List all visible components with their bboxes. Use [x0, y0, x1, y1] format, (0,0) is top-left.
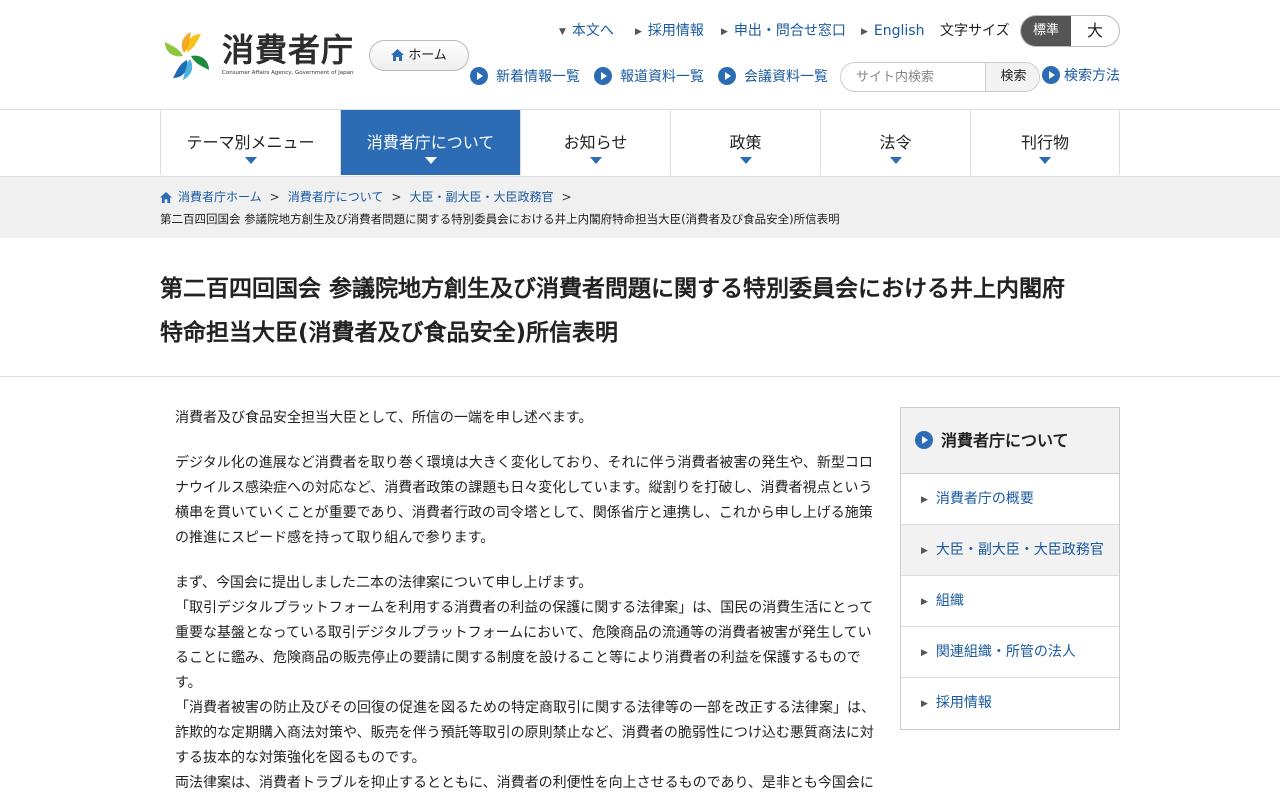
link-label: 会議資料一覧: [744, 69, 828, 85]
link-press-releases[interactable]: 報道資料一覧: [594, 67, 704, 87]
font-size-standard-button[interactable]: 標準: [1021, 16, 1071, 46]
search-button[interactable]: 検索: [985, 63, 1039, 91]
gnav-laws[interactable]: 法令: [821, 110, 971, 175]
home-button-label: ホーム: [408, 48, 447, 63]
gnav-theme-menu[interactable]: テーマ別メニュー: [161, 110, 341, 175]
chevron-right-icon: ▶: [861, 27, 868, 37]
breadcrumb-link-ministers[interactable]: 大臣・副大臣・大臣政務官: [409, 190, 553, 204]
arrow-circle-icon: [718, 67, 736, 85]
gnav-about[interactable]: 消費者庁について: [341, 110, 521, 175]
breadcrumb-link-home[interactable]: 消費者庁ホーム: [178, 190, 262, 204]
font-size-switch: 標準 大: [1020, 15, 1120, 47]
link-label: 本文へ: [571, 23, 614, 39]
font-size-large-button[interactable]: 大: [1071, 16, 1119, 46]
page-title-area: 第二百四回国会 参議院地方創生及び消費者問題に関する特別委員会における井上内閣府…: [0, 238, 1280, 377]
logo-title: 消費者庁: [222, 31, 355, 69]
chevron-right-icon: ▶: [921, 546, 928, 556]
gnav-label: 法令: [879, 133, 912, 152]
side-nav-item-label: 関連組織・所管の法人: [935, 644, 1076, 660]
gnav-publications[interactable]: 刊行物: [971, 110, 1120, 175]
page-title: 第二百四回国会 参議院地方創生及び消費者問題に関する特別委員会における井上内閣府…: [160, 267, 1120, 355]
side-nav-item-label: 採用情報: [935, 695, 992, 711]
chevron-right-icon: ▶: [921, 699, 928, 709]
logo-pinwheel-icon: [165, 32, 209, 80]
logo-subtitle: Consumer Affairs Agency, Government of J…: [222, 70, 354, 76]
link-search-help[interactable]: 検索方法: [1042, 66, 1120, 86]
site-header: 消費者庁 Consumer Affairs Agency, Government…: [0, 0, 1280, 110]
search-input[interactable]: [841, 63, 985, 91]
breadcrumb-separator: >: [391, 190, 402, 204]
caret-down-icon: [1039, 157, 1051, 164]
gnav-label: テーマ別メニュー: [186, 133, 315, 152]
home-button[interactable]: ホーム: [369, 40, 469, 71]
side-nav-item-recruit[interactable]: ▶ 採用情報: [901, 678, 1119, 729]
caret-down-icon: [244, 157, 257, 164]
chevron-right-icon: ▶: [721, 27, 728, 37]
side-nav-item-related-orgs[interactable]: ▶ 関連組織・所管の法人: [901, 627, 1119, 678]
side-nav-item-label: 大臣・副大臣・大臣政務官: [935, 542, 1104, 558]
side-nav-item-overview[interactable]: ▶ 消費者庁の概要: [901, 474, 1119, 525]
gnav-notices[interactable]: お知らせ: [521, 110, 671, 175]
paragraph-bills-summary: 両法律案は、消費者トラブルを抑止するとともに、消費者の利便性を向上させるものであ…: [175, 775, 874, 791]
global-nav: テーマ別メニュー 消費者庁について お知らせ 政策 法令 刊行物: [160, 110, 1120, 175]
gnav-label: 政策: [729, 133, 762, 152]
paragraph-intro: 消費者及び食品安全担当大臣として、所信の一端を申し述べます。: [175, 410, 593, 426]
main-content: 消費者及び食品安全担当大臣として、所信の一端を申し述べます。 デジタル化の進展な…: [175, 406, 880, 796]
link-whats-new[interactable]: 新着情報一覧: [470, 67, 580, 87]
breadcrumb-current: 第二百四回国会 参議院地方創生及び消費者問題に関する特別委員会における井上内閣府…: [160, 212, 840, 226]
link-contact[interactable]: ▶ 申出・問合せ窓口: [721, 21, 846, 42]
chevron-right-icon: ▶: [921, 495, 928, 505]
page-title-line2: 特命担当大臣(消費者及び食品安全)所信表明: [160, 320, 619, 346]
arrow-circle-icon: [594, 67, 612, 85]
link-label: 検索方法: [1064, 68, 1120, 84]
link-label: 新着情報一覧: [496, 69, 580, 85]
link-label: 申出・問合せ窓口: [733, 23, 846, 39]
side-nav-item-ministers[interactable]: ▶ 大臣・副大臣・大臣政務官: [901, 525, 1119, 576]
arrow-circle-icon: [915, 431, 933, 449]
paragraph-bills-intro: まず、今国会に提出しました二本の法律案について申し上げます。: [175, 575, 593, 591]
paragraph-policy: デジタル化の進展など消費者を取り巻く環境は大きく変化しており、それに伴う消費者被…: [175, 455, 873, 546]
paragraph-bill-commerce: 「消費者被害の防止及びその回復の促進を図るための特定商取引に関する法律等の一部を…: [175, 700, 875, 766]
font-size-label: 文字サイズ: [940, 23, 1010, 39]
breadcrumb-link-about[interactable]: 消費者庁について: [288, 190, 384, 204]
arrow-circle-icon: [470, 67, 488, 85]
gnav-label: お知らせ: [563, 133, 628, 152]
side-nav-item-label: 組織: [935, 593, 964, 609]
home-icon: [160, 192, 172, 203]
gnav-label: 消費者庁について: [366, 133, 495, 152]
page-title-line1: 第二百四回国会 参議院地方創生及び消費者問題に関する特別委員会における井上内閣府: [160, 276, 1066, 302]
caret-down-icon: [889, 157, 902, 164]
link-skip-to-content[interactable]: ▼ 本文へ: [559, 21, 614, 42]
site-logo[interactable]: 消費者庁 Consumer Affairs Agency, Government…: [160, 30, 354, 82]
arrow-circle-icon: [1042, 66, 1060, 84]
link-label: 採用情報: [647, 23, 704, 39]
breadcrumb: 消費者庁ホーム > 消費者庁について > 大臣・副大臣・大臣政務官 > 第二百四回国会 参…: [0, 176, 1280, 238]
side-nav-heading-label: 消費者庁について: [941, 431, 1069, 450]
caret-down-icon: [424, 157, 437, 164]
link-label: 報道資料一覧: [620, 69, 704, 85]
chevron-down-icon: ▼: [559, 27, 566, 37]
site-search: 検索: [840, 62, 1040, 92]
breadcrumb-separator: >: [561, 190, 572, 204]
link-english[interactable]: ▶ English: [861, 21, 924, 42]
link-meeting-materials[interactable]: 会議資料一覧: [718, 67, 828, 87]
side-nav: 消費者庁について ▶ 消費者庁の概要 ▶ 大臣・副大臣・大臣政務官 ▶ 組織 ▶ 関連組…: [900, 407, 1120, 730]
link-label: English: [873, 23, 925, 39]
caret-down-icon: [589, 157, 602, 164]
paragraph-bill-platform: 「取引デジタルプラットフォームを利用する消費者の利益の保護に関する法律案」は、国…: [175, 600, 874, 691]
chevron-right-icon: ▶: [921, 597, 928, 607]
side-nav-item-organization[interactable]: ▶ 組織: [901, 576, 1119, 627]
gnav-label: 刊行物: [1020, 133, 1069, 152]
side-nav-item-label: 消費者庁の概要: [935, 491, 1034, 507]
side-nav-heading[interactable]: 消費者庁について: [901, 408, 1119, 474]
chevron-right-icon: ▶: [921, 648, 928, 658]
link-recruit[interactable]: ▶ 採用情報: [635, 21, 704, 42]
chevron-right-icon: ▶: [635, 27, 642, 37]
caret-down-icon: [739, 157, 752, 164]
gnav-policy[interactable]: 政策: [671, 110, 821, 175]
home-icon: [391, 49, 405, 61]
breadcrumb-separator: >: [269, 190, 280, 204]
